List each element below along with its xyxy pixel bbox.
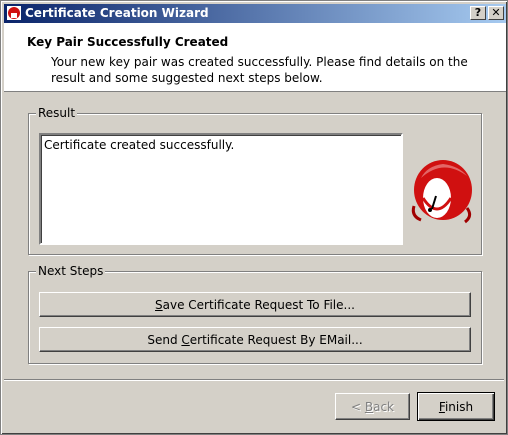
- result-group-label: Result: [36, 106, 78, 120]
- wizard-window: Certificate Creation Wizard ? ✕ Key Pair…: [0, 0, 508, 435]
- close-button[interactable]: ✕: [488, 6, 504, 20]
- next-steps-group-label: Next Steps: [36, 264, 106, 278]
- help-icon: ?: [474, 6, 482, 19]
- help-button[interactable]: ?: [470, 6, 486, 20]
- save-certificate-request-button[interactable]: Save Certificate Request To File...: [39, 292, 471, 317]
- page-description: Your new key pair was created successful…: [51, 55, 468, 85]
- footer-divider: [4, 379, 504, 381]
- title-bar[interactable]: Certificate Creation Wizard ? ✕: [4, 4, 506, 23]
- result-group: Result Certificate created successfully.: [28, 106, 482, 255]
- app-icon: [7, 6, 21, 20]
- wizard-header: Key Pair Successfully Created Your new k…: [4, 23, 506, 92]
- result-textbox[interactable]: Certificate created successfully.: [39, 133, 403, 245]
- window-title: Certificate Creation Wizard: [25, 6, 209, 20]
- mascot-icon: [411, 160, 472, 224]
- send-certificate-request-button[interactable]: Send Certificate Request By EMail...: [39, 327, 471, 352]
- close-icon: ✕: [491, 6, 501, 19]
- page-title: Key Pair Successfully Created: [27, 35, 229, 49]
- next-steps-group: Next Steps Save Certificate Request To F…: [28, 264, 482, 364]
- finish-button[interactable]: Finish: [417, 392, 495, 421]
- back-button[interactable]: < Back: [335, 393, 410, 420]
